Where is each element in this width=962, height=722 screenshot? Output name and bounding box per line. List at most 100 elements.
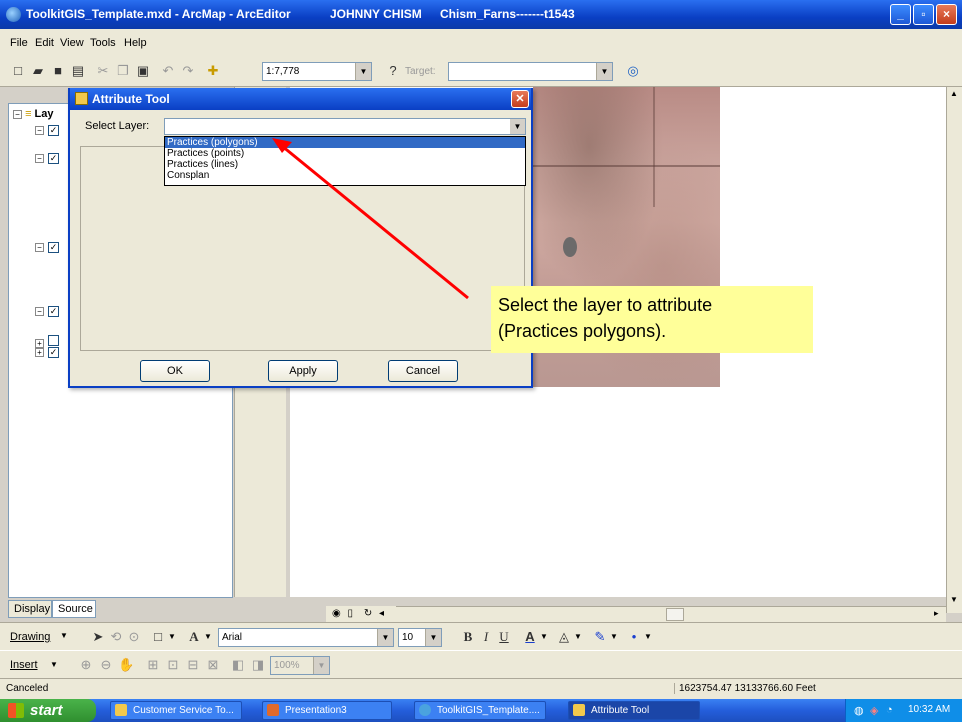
fill-color-icon[interactable]: ◬ (556, 629, 572, 645)
minimize-button[interactable]: _ (890, 4, 911, 25)
zoom-out-page-icon[interactable]: ⊖ (98, 657, 114, 673)
layout-view-icon[interactable]: ▯ (348, 608, 354, 619)
marker-color-icon[interactable]: • (626, 629, 642, 645)
chevron-down-icon[interactable]: ▼ (313, 657, 329, 674)
layer-visibility-checkbox[interactable]: ✓ (48, 153, 59, 164)
dialog-close-button[interactable]: ✕ (511, 90, 529, 108)
select-layer-combo[interactable]: ▼ (164, 118, 526, 135)
zoom-whole-icon[interactable]: ⊞ (145, 657, 161, 673)
scroll-down-icon[interactable]: ▼ (950, 595, 958, 604)
menu-edit[interactable]: Edit (35, 37, 54, 49)
font-color-icon[interactable]: A (522, 629, 538, 645)
whats-this-icon[interactable]: ? (385, 63, 401, 79)
chevron-down-icon[interactable]: ▼ (377, 629, 393, 646)
chevron-down-icon[interactable]: ▼ (596, 63, 612, 80)
font-size-combo[interactable]: 10 ▼ (398, 628, 442, 647)
menu-view[interactable]: View (60, 37, 84, 49)
drawing-menu[interactable]: Drawing (10, 631, 50, 643)
scroll-up-icon[interactable]: ▲ (950, 89, 958, 98)
collapse-icon[interactable]: − (13, 110, 22, 119)
collapse-icon[interactable]: − (35, 307, 44, 316)
new-text-icon[interactable]: A (186, 629, 202, 645)
menu-file[interactable]: File (10, 37, 28, 49)
layer-option-practices-polygons[interactable]: Practices (polygons) (165, 137, 525, 148)
task-presentation[interactable]: Presentation3 (262, 701, 392, 720)
zoom-whole-page-icon[interactable]: ⊙ (126, 629, 142, 645)
font-combo[interactable]: Arial ▼ (218, 628, 394, 647)
rotate-icon[interactable]: ⟲ (108, 629, 124, 645)
open-folder-icon[interactable]: ▰ (30, 63, 46, 79)
copy-icon[interactable]: ❐ (115, 63, 131, 79)
vertical-scrollbar[interactable]: ▲ ▼ (946, 87, 962, 613)
security-icon[interactable]: ◈ (870, 704, 878, 717)
cancel-button[interactable]: Cancel (388, 360, 458, 382)
scroll-right-icon[interactable]: ▸ (934, 608, 939, 619)
volume-icon[interactable]: ◔ (886, 704, 893, 716)
layer-option-practices-lines[interactable]: Practices (lines) (165, 159, 525, 170)
target-combo[interactable]: ▼ (448, 62, 613, 81)
underline-icon[interactable]: U (496, 629, 512, 645)
chevron-down-icon[interactable]: ▼ (574, 632, 582, 641)
layer-visibility-checkbox[interactable]: ✓ (48, 347, 59, 358)
insert-menu[interactable]: Insert (10, 659, 38, 671)
chevron-down-icon[interactable]: ▼ (425, 629, 441, 646)
tab-source[interactable]: Source (52, 600, 96, 618)
chevron-down-icon[interactable]: ▼ (644, 632, 652, 641)
chevron-down-icon[interactable]: ▼ (204, 632, 212, 641)
fixed-zoom-in-icon[interactable]: ⊠ (205, 657, 221, 673)
print-icon[interactable]: ▤ (70, 63, 86, 79)
layer-visibility-checkbox[interactable]: ✓ (48, 125, 59, 136)
add-data-icon[interactable]: ✚ (205, 63, 221, 79)
map-scale-combo[interactable]: 1:7,778 ▼ (262, 62, 372, 81)
layer-option-consplan[interactable]: Consplan (165, 170, 525, 181)
collapse-icon[interactable]: − (35, 154, 44, 163)
paste-icon[interactable]: ▣ (135, 63, 151, 79)
zoom-combo[interactable]: 100% ▼ (270, 656, 330, 675)
new-document-icon[interactable]: □ (10, 63, 26, 79)
fixed-zoom-out-icon[interactable]: ⊟ (185, 657, 201, 673)
save-icon[interactable]: ■ (50, 63, 66, 79)
pan-page-icon[interactable]: ✋ (118, 657, 134, 673)
redo-icon[interactable]: ↷ (180, 63, 196, 79)
layer-option-practices-points[interactable]: Practices (points) (165, 148, 525, 159)
start-button[interactable]: start (0, 699, 96, 722)
restore-button[interactable]: ▫ (913, 4, 934, 25)
ok-button[interactable]: OK (140, 360, 210, 382)
close-button[interactable]: × (936, 4, 957, 25)
refresh-icon[interactable]: ↻ (364, 608, 372, 619)
select-elements-icon[interactable]: ➤ (90, 629, 106, 645)
italic-icon[interactable]: I (478, 629, 494, 645)
chevron-down-icon[interactable]: ▼ (50, 660, 58, 669)
task-customer-service[interactable]: Customer Service To... (110, 701, 242, 720)
expand-icon[interactable]: + (35, 348, 44, 357)
horizontal-scrollbar[interactable]: ▸ (396, 606, 946, 622)
line-color-icon[interactable]: ✎ (592, 629, 608, 645)
editor-drop-icon[interactable]: ◎ (625, 63, 641, 79)
apply-button[interactable]: Apply (268, 360, 338, 382)
dialog-title-bar[interactable]: Attribute Tool ✕ (70, 88, 531, 110)
chevron-down-icon[interactable]: ▼ (168, 632, 176, 641)
zoom-in-page-icon[interactable]: ⊕ (78, 657, 94, 673)
chevron-down-icon[interactable]: ▼ (60, 631, 68, 640)
forward-extent-icon[interactable]: ◨ (250, 657, 266, 673)
cut-icon[interactable]: ✂ (95, 63, 111, 79)
layer-visibility-checkbox[interactable]: ✓ (48, 306, 59, 317)
collapse-icon[interactable]: − (35, 126, 44, 135)
chevron-down-icon[interactable]: ▼ (355, 63, 371, 80)
network-icon[interactable]: ◍ (854, 704, 864, 717)
back-extent-icon[interactable]: ◧ (230, 657, 246, 673)
collapse-icon[interactable]: − (35, 243, 44, 252)
zoom-100-icon[interactable]: ⊡ (165, 657, 181, 673)
chevron-down-icon[interactable]: ▼ (510, 119, 525, 134)
scroll-thumb[interactable] (666, 608, 684, 621)
toc-layers-row[interactable]: − ≡ Lay (13, 108, 54, 120)
scroll-left-icon[interactable]: ◂ (379, 608, 384, 619)
task-toolkitgis[interactable]: ToolkitGIS_Template.... (414, 701, 546, 720)
rectangle-icon[interactable]: □ (150, 629, 166, 645)
bold-icon[interactable]: B (460, 629, 476, 645)
menu-tools[interactable]: Tools (90, 37, 116, 49)
chevron-down-icon[interactable]: ▼ (610, 632, 618, 641)
task-attribute-tool[interactable]: Attribute Tool (568, 701, 700, 720)
menu-help[interactable]: Help (124, 37, 147, 49)
layer-visibility-checkbox[interactable]: ✓ (48, 242, 59, 253)
